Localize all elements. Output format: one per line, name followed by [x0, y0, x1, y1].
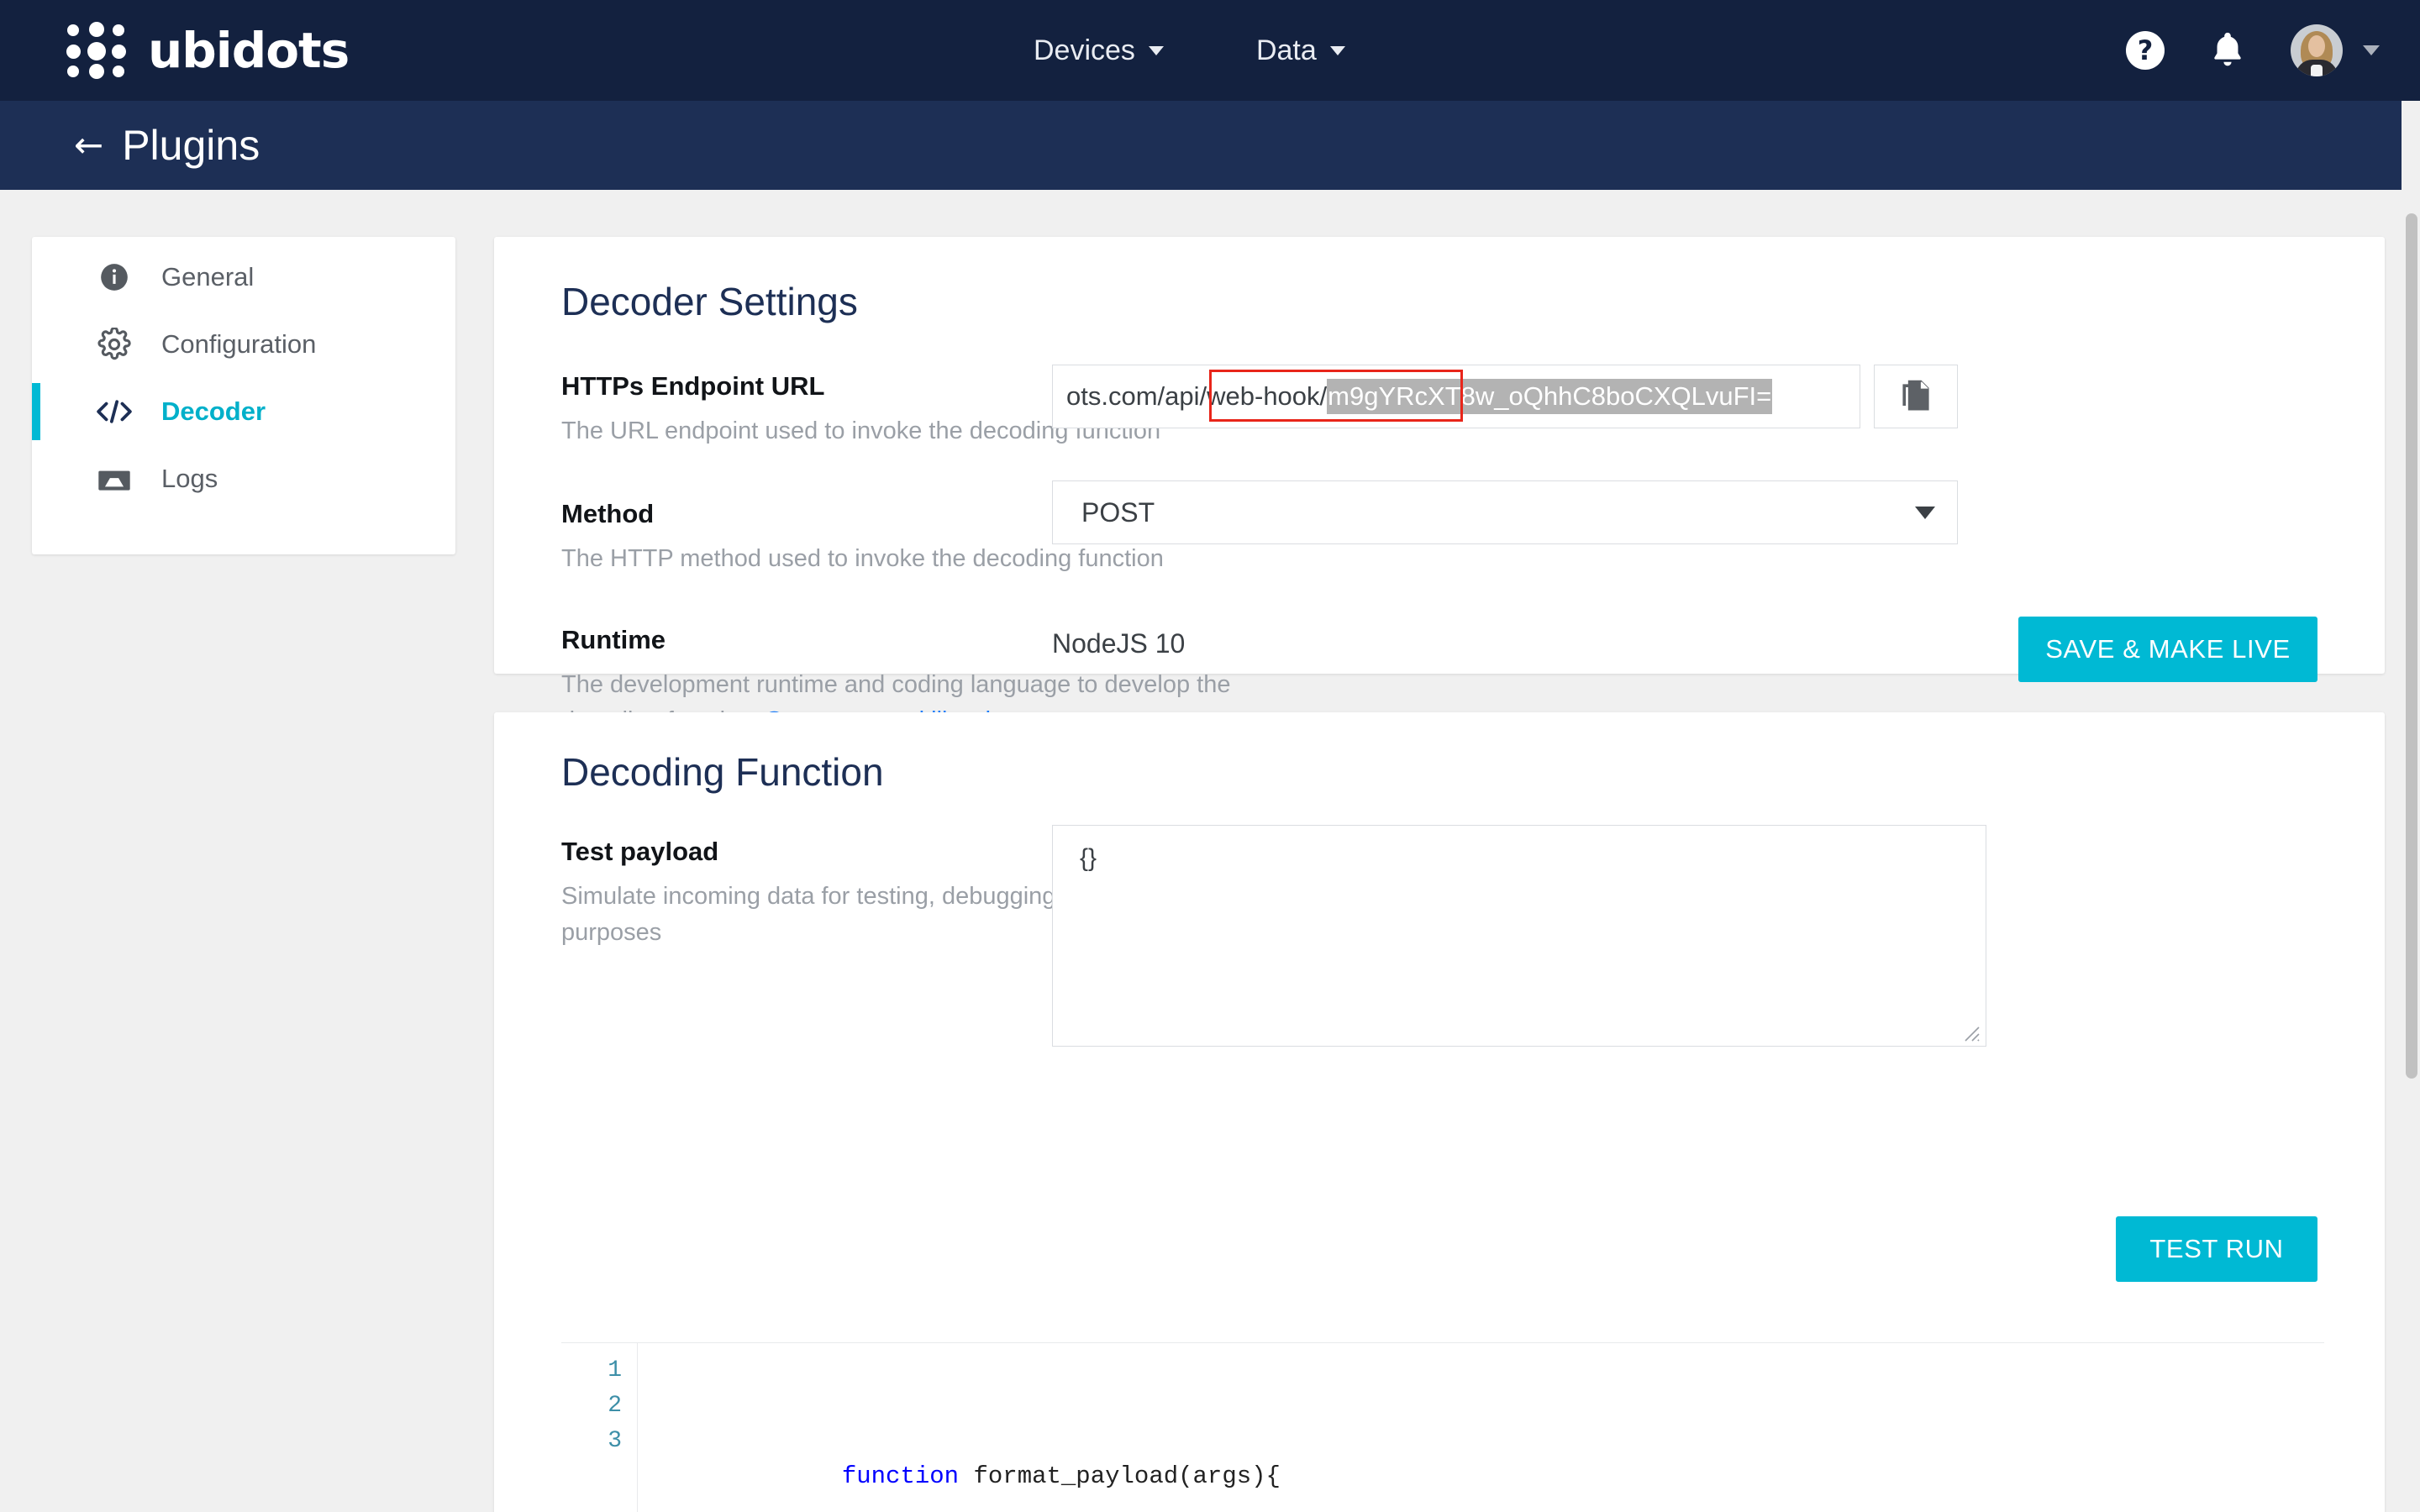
chevron-down-icon — [1149, 46, 1164, 55]
bell-icon[interactable] — [2208, 29, 2247, 73]
ubidots-dot-grid-icon — [66, 19, 128, 81]
sidebar-label-logs: Logs — [161, 464, 218, 494]
ubidots-logo[interactable]: ubidots — [66, 19, 349, 81]
endpoint-url-token-selected: m9gYRcXT8w_oQhhC8boCXQLvuFI= — [1327, 379, 1772, 414]
method-description: The HTTP method used to invoke the decod… — [561, 541, 1164, 577]
navbar-actions: ? — [2126, 0, 2380, 101]
endpoint-url-prefix: ots.com/api/web-hook/ — [1053, 381, 1327, 412]
active-accent-bar — [32, 316, 40, 373]
arrow-left-icon[interactable]: ← — [74, 128, 103, 163]
sidebar-item-general[interactable]: General — [32, 244, 455, 311]
nav-devices-label: Devices — [1034, 34, 1135, 67]
user-menu-chevron-down-icon[interactable] — [2363, 45, 2380, 55]
editor-line-numbers: 1 2 3 — [561, 1343, 622, 1512]
runtime-label: Runtime — [561, 625, 1334, 655]
runtime-control: NodeJS 10 — [1052, 628, 1185, 659]
info-icon — [92, 261, 136, 293]
main-menu: Devices Data — [1034, 0, 1345, 101]
page-scrollbar-thumb[interactable] — [2406, 213, 2417, 1079]
method-selected-value: POST — [1081, 497, 1155, 528]
nav-item-data[interactable]: Data — [1256, 34, 1345, 67]
code-line: function format_payload(args){ — [666, 1424, 2324, 1512]
active-accent-bar — [32, 249, 40, 306]
nav-data-label: Data — [1256, 34, 1317, 67]
help-icon[interactable]: ? — [2126, 31, 2165, 70]
line-number: 1 — [561, 1353, 622, 1389]
sidebar-item-decoder[interactable]: Decoder — [32, 378, 455, 445]
gear-icon — [92, 328, 136, 361]
endpoint-url-input[interactable]: ots.com/api/web-hook/ m9gYRcXT8w_oQhhC8b… — [1052, 365, 1860, 428]
avatar-shirt — [2311, 65, 2323, 76]
code-token: format_payload(args){ — [959, 1462, 1281, 1490]
test-payload-value: {} — [1080, 844, 1097, 872]
code-editor[interactable]: 1 2 3 function format_payload(args){ var… — [561, 1342, 2324, 1512]
caret-down-icon — [1915, 507, 1935, 519]
code-token: function — [842, 1462, 959, 1490]
test-payload-control: {} — [1052, 825, 1986, 1047]
sidebar-label-general: General — [161, 262, 254, 292]
code-icon — [92, 397, 136, 426]
decoder-settings-card: Decoder Settings HTTPs Endpoint URL The … — [494, 237, 2385, 674]
method-select[interactable]: POST — [1052, 480, 1958, 544]
save-and-make-live-button[interactable]: SAVE & MAKE LIVE — [2018, 617, 2317, 682]
top-navbar: ubidots Devices Data ? — [0, 0, 2420, 101]
sidebar-label-decoder: Decoder — [161, 396, 266, 427]
copy-icon — [1900, 378, 1932, 415]
active-accent-bar — [32, 450, 40, 507]
method-control: POST — [1052, 480, 1958, 544]
endpoint-url-control: ots.com/api/web-hook/ m9gYRcXT8w_oQhhC8b… — [1052, 365, 1958, 428]
resize-grip-icon[interactable] — [1964, 1026, 1981, 1042]
chevron-down-icon — [1330, 46, 1345, 55]
avatar[interactable] — [2291, 24, 2343, 76]
copy-endpoint-button[interactable] — [1874, 365, 1958, 428]
runtime-value: NodeJS 10 — [1052, 628, 1185, 659]
inbox-icon — [92, 465, 136, 493]
avatar-face — [2308, 35, 2325, 57]
line-number: 2 — [561, 1389, 622, 1424]
test-run-button[interactable]: TEST RUN — [2116, 1216, 2317, 1282]
page-title: Plugins — [122, 121, 260, 170]
nav-item-devices[interactable]: Devices — [1034, 34, 1164, 67]
decoding-function-title: Decoding Function — [561, 749, 884, 795]
editor-code-lines[interactable]: function format_payload(args){ var ubido… — [637, 1343, 2324, 1512]
sidebar-item-configuration[interactable]: Configuration — [32, 311, 455, 378]
decoding-function-card: Decoding Function Test payload Simulate … — [494, 712, 2385, 1512]
page-scrollbar-track[interactable] — [2402, 101, 2420, 1512]
settings-sidebar: General Configuration — [32, 237, 455, 554]
brand-name: ubidots — [148, 22, 349, 79]
sidebar-label-configuration: Configuration — [161, 329, 316, 360]
page-subheader: ← Plugins — [0, 101, 2420, 190]
line-number: 3 — [561, 1424, 622, 1459]
active-accent-bar — [32, 383, 40, 440]
test-payload-textarea[interactable]: {} — [1052, 825, 1986, 1047]
page-content: General Configuration — [0, 190, 2420, 1512]
decoder-settings-title: Decoder Settings — [561, 279, 858, 324]
app-root: ubidots Devices Data ? — [0, 0, 2420, 1512]
sidebar-item-logs[interactable]: Logs — [32, 445, 455, 512]
